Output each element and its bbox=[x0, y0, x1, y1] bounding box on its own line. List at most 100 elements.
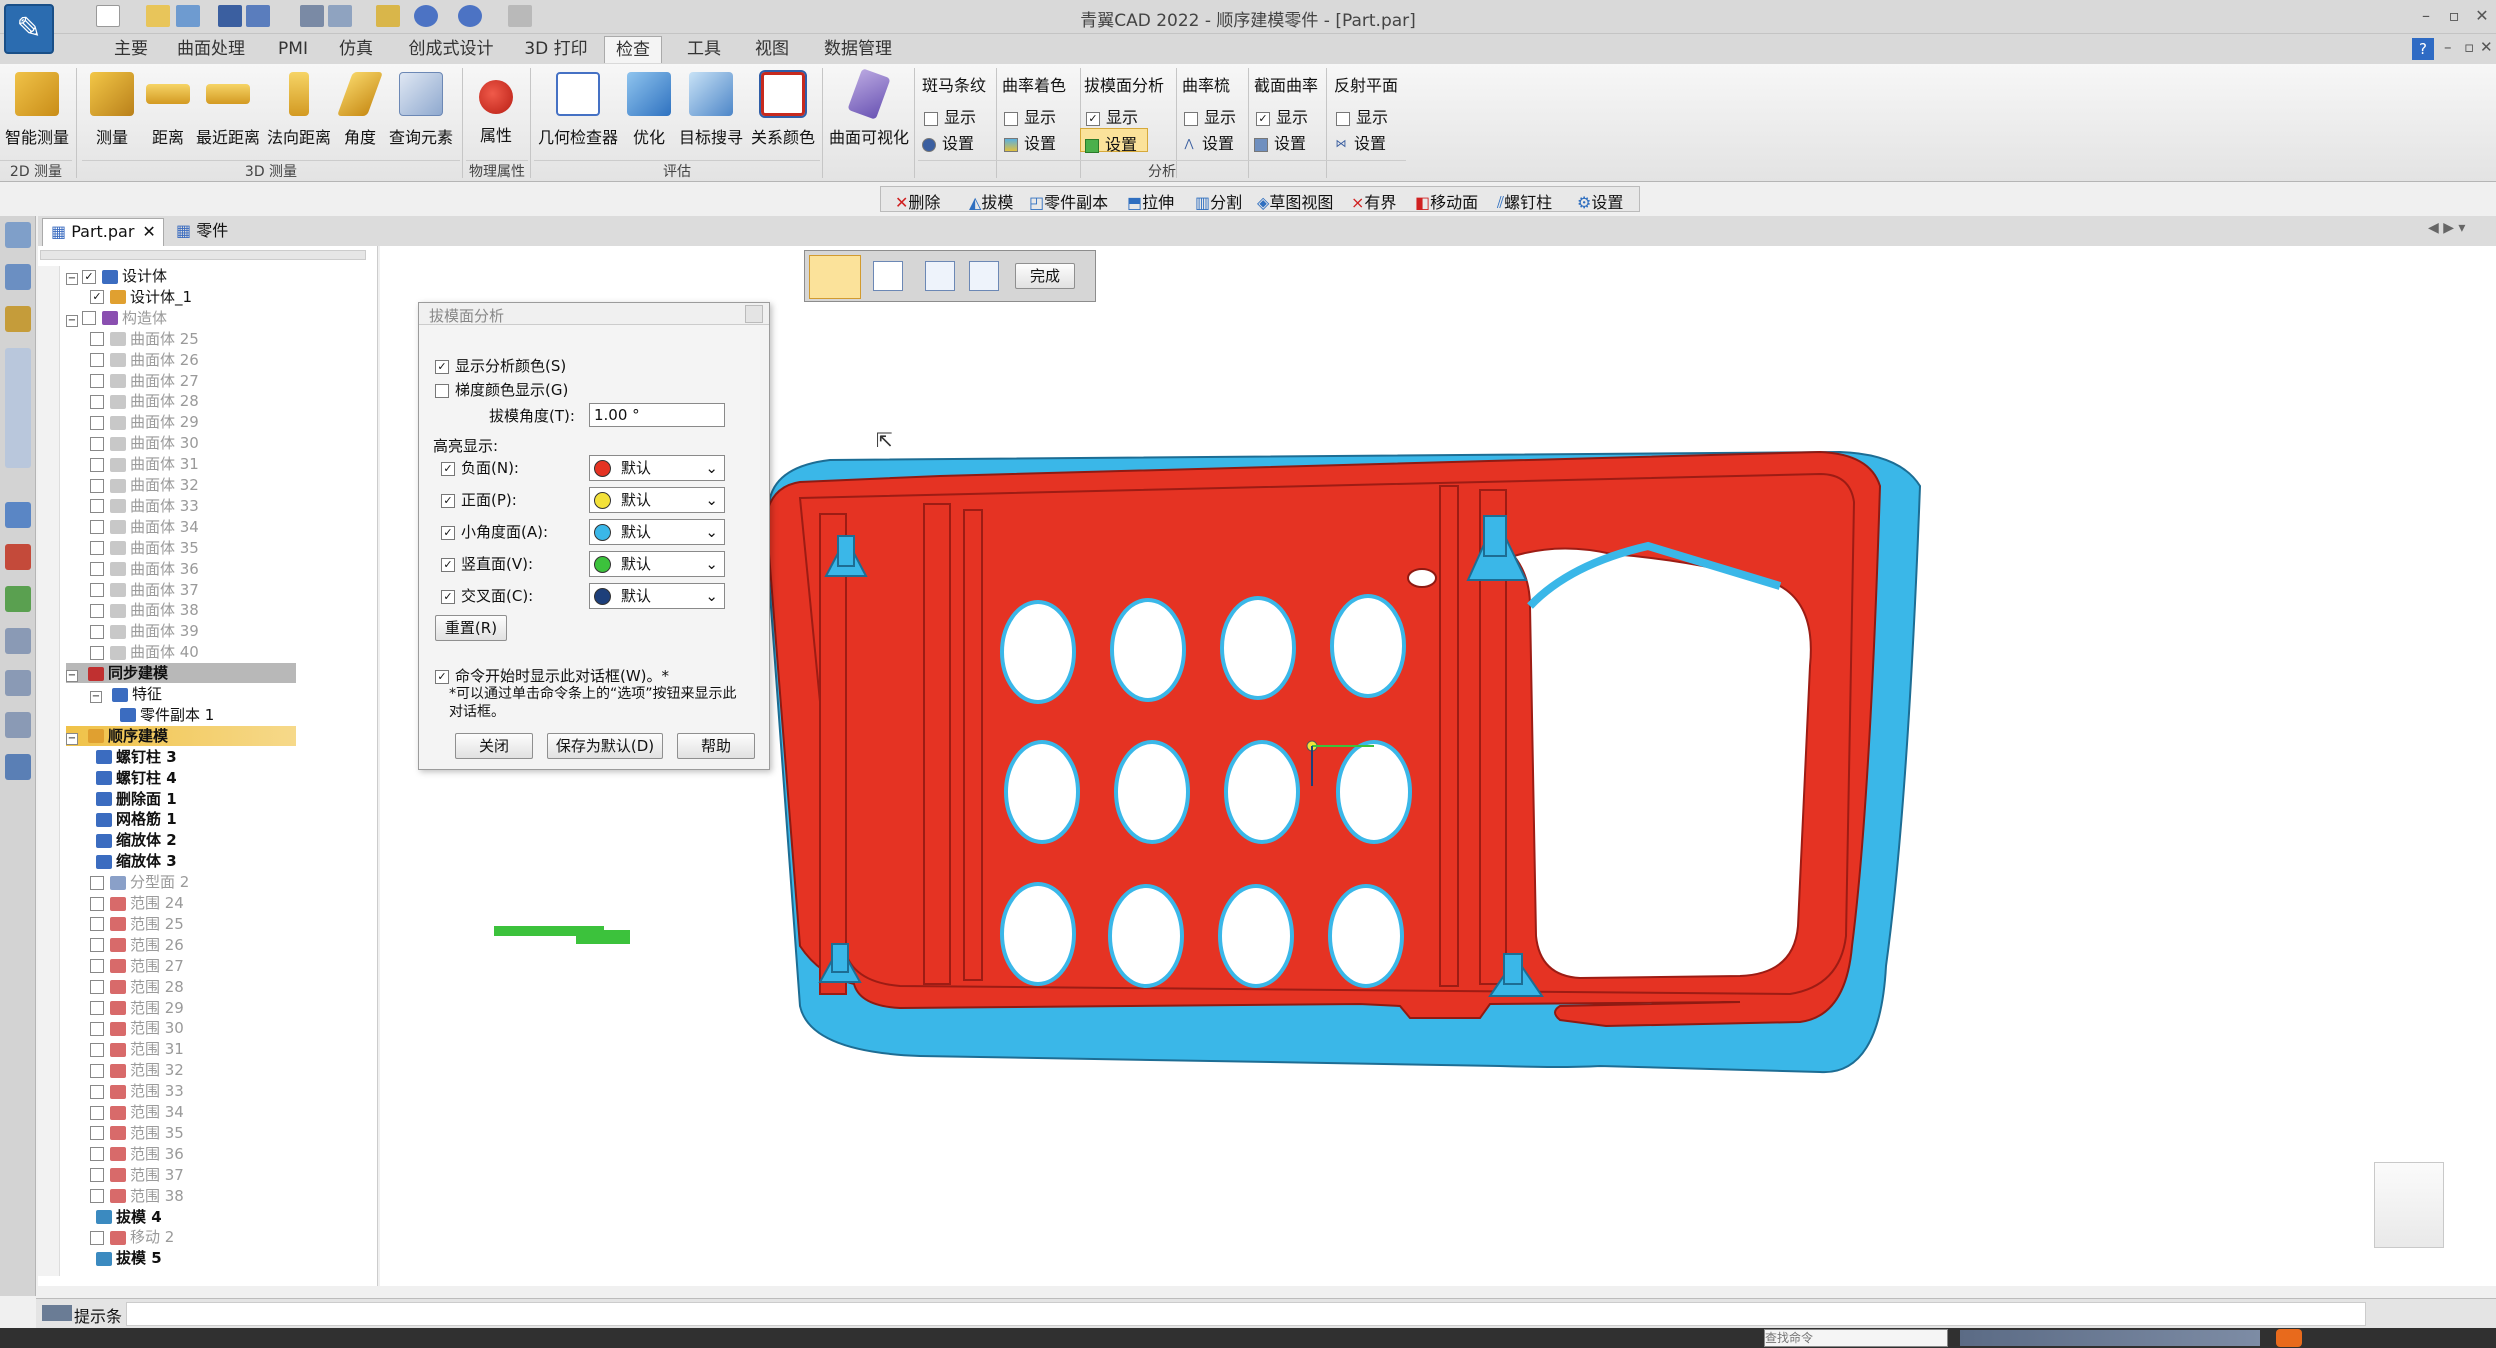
feature-library-tab[interactable] bbox=[5, 348, 31, 468]
extrude-command[interactable]: ⬒拉伸 bbox=[1127, 189, 1174, 213]
tree-item[interactable]: ✓ 设计体_1 bbox=[90, 287, 192, 307]
ribbon-minimize-icon[interactable]: – bbox=[2444, 38, 2452, 56]
tree-item[interactable]: 范围 32 bbox=[90, 1060, 184, 1080]
new-file-icon[interactable] bbox=[96, 5, 120, 27]
tab-inspect[interactable]: 检查 bbox=[604, 36, 662, 63]
tree-item[interactable]: − 同步建模 bbox=[66, 663, 296, 684]
tree-item[interactable]: 范围 24 bbox=[90, 893, 184, 913]
expand-icon[interactable]: − bbox=[66, 732, 78, 745]
tree-item[interactable]: 曲面体 33 bbox=[90, 496, 199, 516]
visibility-checkbox[interactable] bbox=[90, 583, 104, 597]
select-icon[interactable] bbox=[5, 670, 31, 696]
draft-angle-input[interactable]: 1.00 ° bbox=[589, 403, 725, 427]
tree-item[interactable]: 螺钉柱 4 bbox=[90, 768, 177, 788]
tree-item[interactable]: 网格筋 1 bbox=[90, 809, 177, 829]
tab-surfacing[interactable]: 曲面处理 bbox=[176, 36, 246, 63]
sketch-view-command[interactable]: ◈草图视图 bbox=[1257, 189, 1333, 213]
tree-item[interactable]: 曲面体 34 bbox=[90, 517, 199, 537]
surface-visual-button[interactable]: 曲面可视化 bbox=[826, 68, 912, 158]
visibility-checkbox[interactable] bbox=[90, 980, 104, 995]
tree-item[interactable]: 范围 37 bbox=[90, 1165, 184, 1185]
visibility-checkbox[interactable] bbox=[90, 436, 104, 451]
section-curvature-show[interactable]: ✓ 显示 bbox=[1256, 104, 1308, 128]
analysis-step-icon[interactable] bbox=[809, 255, 861, 299]
minimize-icon[interactable]: – bbox=[2412, 4, 2440, 28]
visibility-checkbox[interactable]: ✓ bbox=[90, 290, 104, 305]
section-curvature-settings[interactable]: 设置 bbox=[1254, 130, 1306, 154]
visibility-checkbox[interactable] bbox=[90, 520, 104, 535]
visibility-checkbox[interactable] bbox=[90, 1063, 104, 1078]
tree-item[interactable]: 范围 29 bbox=[90, 998, 184, 1018]
tree-scrollbar[interactable] bbox=[38, 266, 60, 1276]
positive-face-color-select[interactable]: 默认 ⌄ bbox=[589, 487, 725, 513]
geometry-checker-button[interactable]: 几何检查器 bbox=[536, 70, 620, 158]
tab-scroll-icon[interactable]: ◀ ▶ ▾ bbox=[2428, 220, 2465, 236]
select-face-icon[interactable] bbox=[925, 261, 955, 291]
tree-item[interactable]: 曲面体 36 bbox=[90, 559, 199, 579]
view-tools[interactable] bbox=[1960, 1330, 2260, 1346]
visibility-checkbox[interactable] bbox=[90, 896, 104, 911]
tools-icon[interactable] bbox=[5, 306, 31, 332]
draft-analysis-show[interactable]: ✓ 显示 bbox=[1086, 104, 1138, 128]
tree-item[interactable]: 曲面体 30 bbox=[90, 433, 199, 453]
visibility-checkbox[interactable] bbox=[82, 311, 96, 326]
draft-command[interactable]: ◭拔模 bbox=[969, 189, 1013, 213]
customize-icon[interactable] bbox=[508, 5, 532, 27]
tab-generative[interactable]: 创成式设计 bbox=[406, 36, 496, 63]
tree-item[interactable]: 曲面体 40 bbox=[90, 642, 199, 662]
visibility-checkbox[interactable] bbox=[90, 1147, 104, 1162]
curvature-comb-settings[interactable]: ⋀ 设置 bbox=[1182, 130, 1234, 154]
tree-header-bar[interactable] bbox=[40, 250, 366, 260]
min-distance-button[interactable]: 最近距离 bbox=[194, 70, 262, 158]
open-folder-icon[interactable] bbox=[146, 5, 170, 27]
visibility-checkbox[interactable] bbox=[90, 1168, 104, 1183]
positive-face-checkbox[interactable]: ✓ 正面(P): bbox=[441, 489, 517, 510]
show-analysis-color-checkbox[interactable]: ✓ 显示分析颜色(S) bbox=[435, 355, 566, 376]
expand-icon[interactable]: − bbox=[90, 691, 102, 703]
visibility-checkbox[interactable] bbox=[90, 624, 104, 639]
delete-command[interactable]: ✕删除 bbox=[895, 189, 940, 213]
tree-item[interactable]: 曲面体 29 bbox=[90, 412, 199, 432]
normal-distance-button[interactable]: 法向距离 bbox=[264, 70, 334, 158]
tree-item[interactable]: 曲面体 37 bbox=[90, 580, 199, 600]
color-icon[interactable] bbox=[5, 586, 31, 612]
ime-icon[interactable] bbox=[2276, 1329, 2302, 1347]
reflection-plane-settings[interactable]: ⋈ 设置 bbox=[1334, 130, 1387, 154]
visibility-checkbox[interactable] bbox=[90, 875, 104, 890]
close-tab-icon[interactable]: ✕ bbox=[142, 222, 155, 241]
layers-icon[interactable] bbox=[5, 264, 31, 290]
move-face-command[interactable]: ◧移动面 bbox=[1415, 189, 1478, 213]
tree-item[interactable]: 移动 2 bbox=[90, 1227, 174, 1247]
cross-face-color-select[interactable]: 默认 ⌄ bbox=[589, 583, 725, 609]
visibility-checkbox[interactable] bbox=[90, 1001, 104, 1015]
visibility-checkbox[interactable] bbox=[90, 332, 104, 347]
zebra-show[interactable]: 显示 bbox=[924, 104, 976, 128]
appearance-icon[interactable] bbox=[5, 544, 31, 570]
doc-tab-part[interactable]: ▦ Part.par ✕ bbox=[42, 218, 164, 246]
undo-icon[interactable] bbox=[414, 5, 438, 27]
reflection-plane-show[interactable]: 显示 bbox=[1336, 104, 1388, 128]
tree-item[interactable]: 分型面 2 bbox=[90, 872, 189, 892]
save-icon[interactable] bbox=[218, 5, 242, 27]
tree-item[interactable]: 范围 34 bbox=[90, 1102, 184, 1122]
visibility-checkbox[interactable] bbox=[90, 1084, 104, 1099]
tree-item[interactable]: 范围 26 bbox=[90, 935, 184, 955]
prompt-field[interactable] bbox=[126, 1302, 2366, 1326]
tree-item[interactable]: 范围 25 bbox=[90, 914, 184, 934]
clipboard-icon[interactable] bbox=[376, 5, 400, 27]
help-button[interactable]: 帮助 bbox=[677, 733, 755, 759]
ribbon-restore-icon[interactable]: ▫ bbox=[2464, 38, 2474, 56]
close-button[interactable]: 关闭 bbox=[455, 733, 533, 759]
properties-button[interactable]: 属性 bbox=[468, 70, 524, 158]
optimize-button[interactable]: 优化 bbox=[624, 70, 674, 158]
negative-face-checkbox[interactable]: ✓ 负面(N): bbox=[441, 457, 519, 478]
save-default-button[interactable]: 保存为默认(D) bbox=[547, 733, 663, 759]
direction-icon[interactable] bbox=[969, 261, 999, 291]
visibility-checkbox[interactable] bbox=[90, 478, 104, 493]
query-element-button[interactable]: 查询元素 bbox=[386, 70, 456, 158]
view-cube[interactable] bbox=[2374, 1162, 2444, 1248]
target-search-button[interactable]: 目标搜寻 bbox=[676, 70, 746, 158]
visibility-checkbox[interactable] bbox=[90, 917, 104, 932]
dialog-close-icon[interactable] bbox=[745, 305, 763, 323]
split-command[interactable]: ▥分割 bbox=[1195, 189, 1242, 213]
